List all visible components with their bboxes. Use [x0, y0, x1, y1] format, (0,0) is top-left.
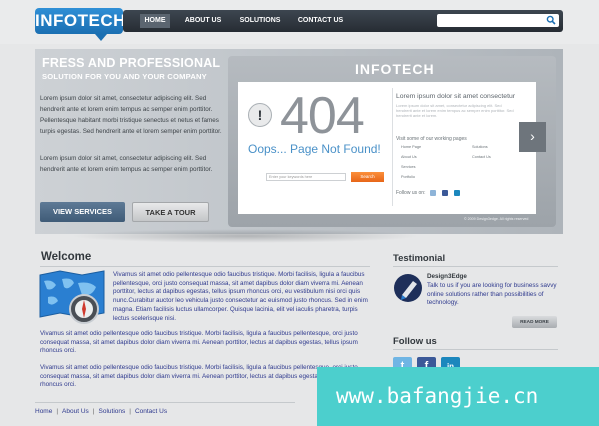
- preview-link: Services: [401, 165, 416, 169]
- preview-search-button: Search: [351, 172, 384, 182]
- preview-follow-label: Follow us on:: [396, 190, 426, 196]
- logo-pointer: [95, 34, 107, 41]
- welcome-paragraph: Vivamus sit amet odio pellentesque odio …: [113, 271, 368, 322]
- preview-link: About Us: [401, 155, 417, 159]
- read-more-button[interactable]: READ MORE: [512, 316, 557, 328]
- nav-solutions[interactable]: SOLUTIONS: [238, 14, 282, 28]
- separator: |: [92, 408, 95, 415]
- footer-link-contact-us[interactable]: Contact Us: [135, 408, 167, 415]
- nav-home[interactable]: HOME: [140, 14, 170, 28]
- footer-link-about-us[interactable]: About Us: [62, 408, 89, 415]
- hero-subtitle: SOLUTION FOR YOU AND YOUR COMPANY: [42, 72, 207, 81]
- error-message: Oops... Page Not Found!: [248, 142, 381, 156]
- facebook-icon: [442, 190, 448, 196]
- chevron-right-icon: ›: [519, 122, 546, 152]
- banner-shadow: [70, 229, 420, 243]
- preview-screenshot: INFOTECH ! 404 Oops... Page Not Found! E…: [228, 56, 556, 227]
- preview-search-field: Enter your keywords here: [266, 173, 346, 181]
- separator: |: [56, 408, 59, 415]
- hero-title: FRESS AND PROFESSIONAL: [42, 56, 221, 70]
- preview-logo: INFOTECH: [355, 61, 435, 77]
- nav-about-us[interactable]: ABOUT US: [183, 14, 223, 28]
- site-header: INFOTECH HOME ABOUT US SOLUTIONS CONTACT…: [0, 0, 599, 44]
- hero-banner: FRESS AND PROFESSIONAL SOLUTION FOR YOU …: [35, 49, 563, 234]
- hero-paragraph: Lorem ipsum dolor sit amet, consectetur …: [40, 155, 213, 173]
- welcome-paragraph: Vivamus sit amet odio pellentesque odio …: [40, 330, 358, 355]
- footer-link-home[interactable]: Home: [35, 408, 52, 415]
- testimonial-name: Design3Edge: [427, 273, 467, 280]
- divider: [393, 349, 558, 350]
- footer-link-solutions[interactable]: Solutions: [99, 408, 126, 415]
- testimonial-text: Talk to us if you are looking for busine…: [427, 282, 557, 307]
- main-nav: HOME ABOUT US SOLUTIONS CONTACT US: [123, 10, 563, 32]
- follow-heading: Follow us: [393, 336, 437, 347]
- linkedin-icon: [454, 190, 460, 196]
- preview-link: Home Page: [401, 145, 422, 149]
- preview-link: Portfolio: [401, 175, 415, 179]
- pen-tool-icon: [394, 274, 422, 302]
- exclamation-icon: !: [248, 103, 272, 127]
- search-icon[interactable]: [546, 15, 556, 25]
- take-a-tour-button[interactable]: TAKE A TOUR: [132, 202, 209, 222]
- world-map-compass-icon: [39, 270, 105, 324]
- site-logo[interactable]: INFOTECH: [35, 8, 125, 34]
- preview-text: Lorem ipsum dolor sit amet, consectetur …: [396, 103, 514, 118]
- watermark: www.bafangjie.cn: [317, 367, 599, 426]
- error-code: 404: [280, 87, 365, 145]
- testimonial-heading: Testimonial: [393, 253, 446, 264]
- separator: |: [129, 408, 131, 415]
- search-input[interactable]: [437, 14, 559, 27]
- preview-copyright: © 2009 Design3edge. All rights reserved: [464, 217, 529, 221]
- divider: [40, 266, 370, 267]
- welcome-heading: Welcome: [41, 251, 92, 263]
- preview-pages-label: Visit some of our working pages: [396, 136, 467, 142]
- error-page-card: ! 404 Oops... Page Not Found! Enter your…: [238, 82, 546, 214]
- preview-link: Contact Us: [472, 155, 491, 159]
- twitter-icon: [430, 190, 436, 196]
- preview-heading: Lorem ipsum dolor sit amet consectetur: [396, 93, 515, 100]
- footer-nav: Home | About Us | Solutions | Contact Us: [35, 408, 167, 415]
- divider: [392, 88, 393, 206]
- divider: [35, 402, 295, 403]
- preview-link: Solutions: [472, 145, 488, 149]
- nav-contact-us[interactable]: CONTACT US: [293, 14, 348, 28]
- hero-paragraph: Lorem ipsum dolor sit amet, consectetur …: [40, 95, 222, 135]
- view-services-button[interactable]: VIEW SERVICES: [40, 202, 125, 222]
- divider: [393, 266, 558, 267]
